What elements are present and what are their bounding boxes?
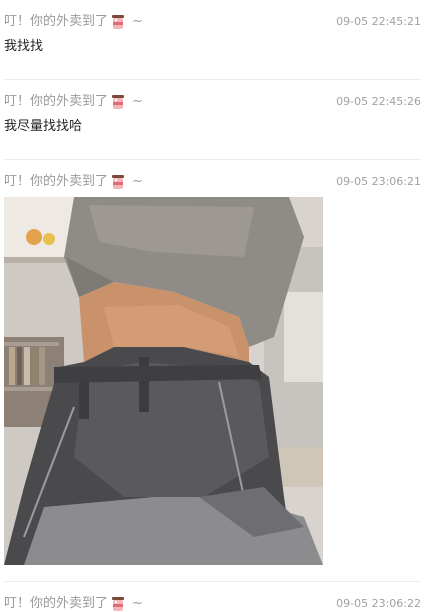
- bubble-tea-cup-icon: [112, 175, 125, 189]
- message-header: 叮！你的外卖到了 ~ 09-05 22:45:21: [4, 12, 421, 32]
- sender-suffix: ~: [132, 14, 143, 29]
- sender-suffix: ~: [132, 174, 143, 189]
- message-header: 叮！你的外卖到了 ~ 09-05 23:06:22: [4, 594, 421, 612]
- sender-name-group[interactable]: 叮！你的外卖到了 ~: [4, 594, 143, 612]
- photo-illustration: [4, 197, 323, 565]
- sender-name[interactable]: 叮！你的外卖到了: [4, 92, 108, 112]
- chat-feed: 叮！你的外卖到了 ~ 09-05 22:45:21 我找找 叮！你的外卖到了 ~…: [0, 0, 427, 612]
- sender-suffix: ~: [132, 596, 143, 611]
- sender-suffix: ~: [132, 94, 143, 109]
- message-item: 叮！你的外卖到了 ~ 09-05 22:45:26 我尽量找找哈: [4, 92, 421, 136]
- message-text: 我尽量找找哈: [4, 119, 83, 134]
- bubble-tea-cup-icon: [112, 15, 125, 29]
- message-text: 我找找: [4, 39, 44, 54]
- message-item: 叮！你的外卖到了 ~ 09-05 23:06:21: [4, 172, 421, 192]
- sender-name-group[interactable]: 叮！你的外卖到了 ~: [4, 172, 143, 192]
- message-time: 09-05 23:06:21: [336, 175, 421, 188]
- message-time: 09-05 23:06:22: [336, 597, 421, 610]
- bubble-tea-cup-icon: [112, 597, 125, 611]
- sender-name[interactable]: 叮！你的外卖到了: [4, 172, 108, 192]
- message-photo[interactable]: [4, 197, 323, 565]
- message-header: 叮！你的外卖到了 ~ 09-05 22:45:26: [4, 92, 421, 112]
- message-header: 叮！你的外卖到了 ~ 09-05 23:06:21: [4, 172, 421, 192]
- message-divider: [4, 79, 421, 80]
- message-time: 09-05 22:45:26: [336, 95, 421, 108]
- message-divider: [4, 159, 421, 160]
- sender-name[interactable]: 叮！你的外卖到了: [4, 594, 108, 612]
- sender-name-group[interactable]: 叮！你的外卖到了 ~: [4, 12, 143, 32]
- sender-name-group[interactable]: 叮！你的外卖到了 ~: [4, 92, 143, 112]
- message-divider: [4, 581, 421, 582]
- sender-name[interactable]: 叮！你的外卖到了: [4, 12, 108, 32]
- bubble-tea-cup-icon: [112, 95, 125, 109]
- message-item: 叮！你的外卖到了 ~ 09-05 23:06:22: [4, 594, 421, 612]
- message-time: 09-05 22:45:21: [336, 15, 421, 28]
- message-item: 叮！你的外卖到了 ~ 09-05 22:45:21 我找找: [4, 12, 421, 56]
